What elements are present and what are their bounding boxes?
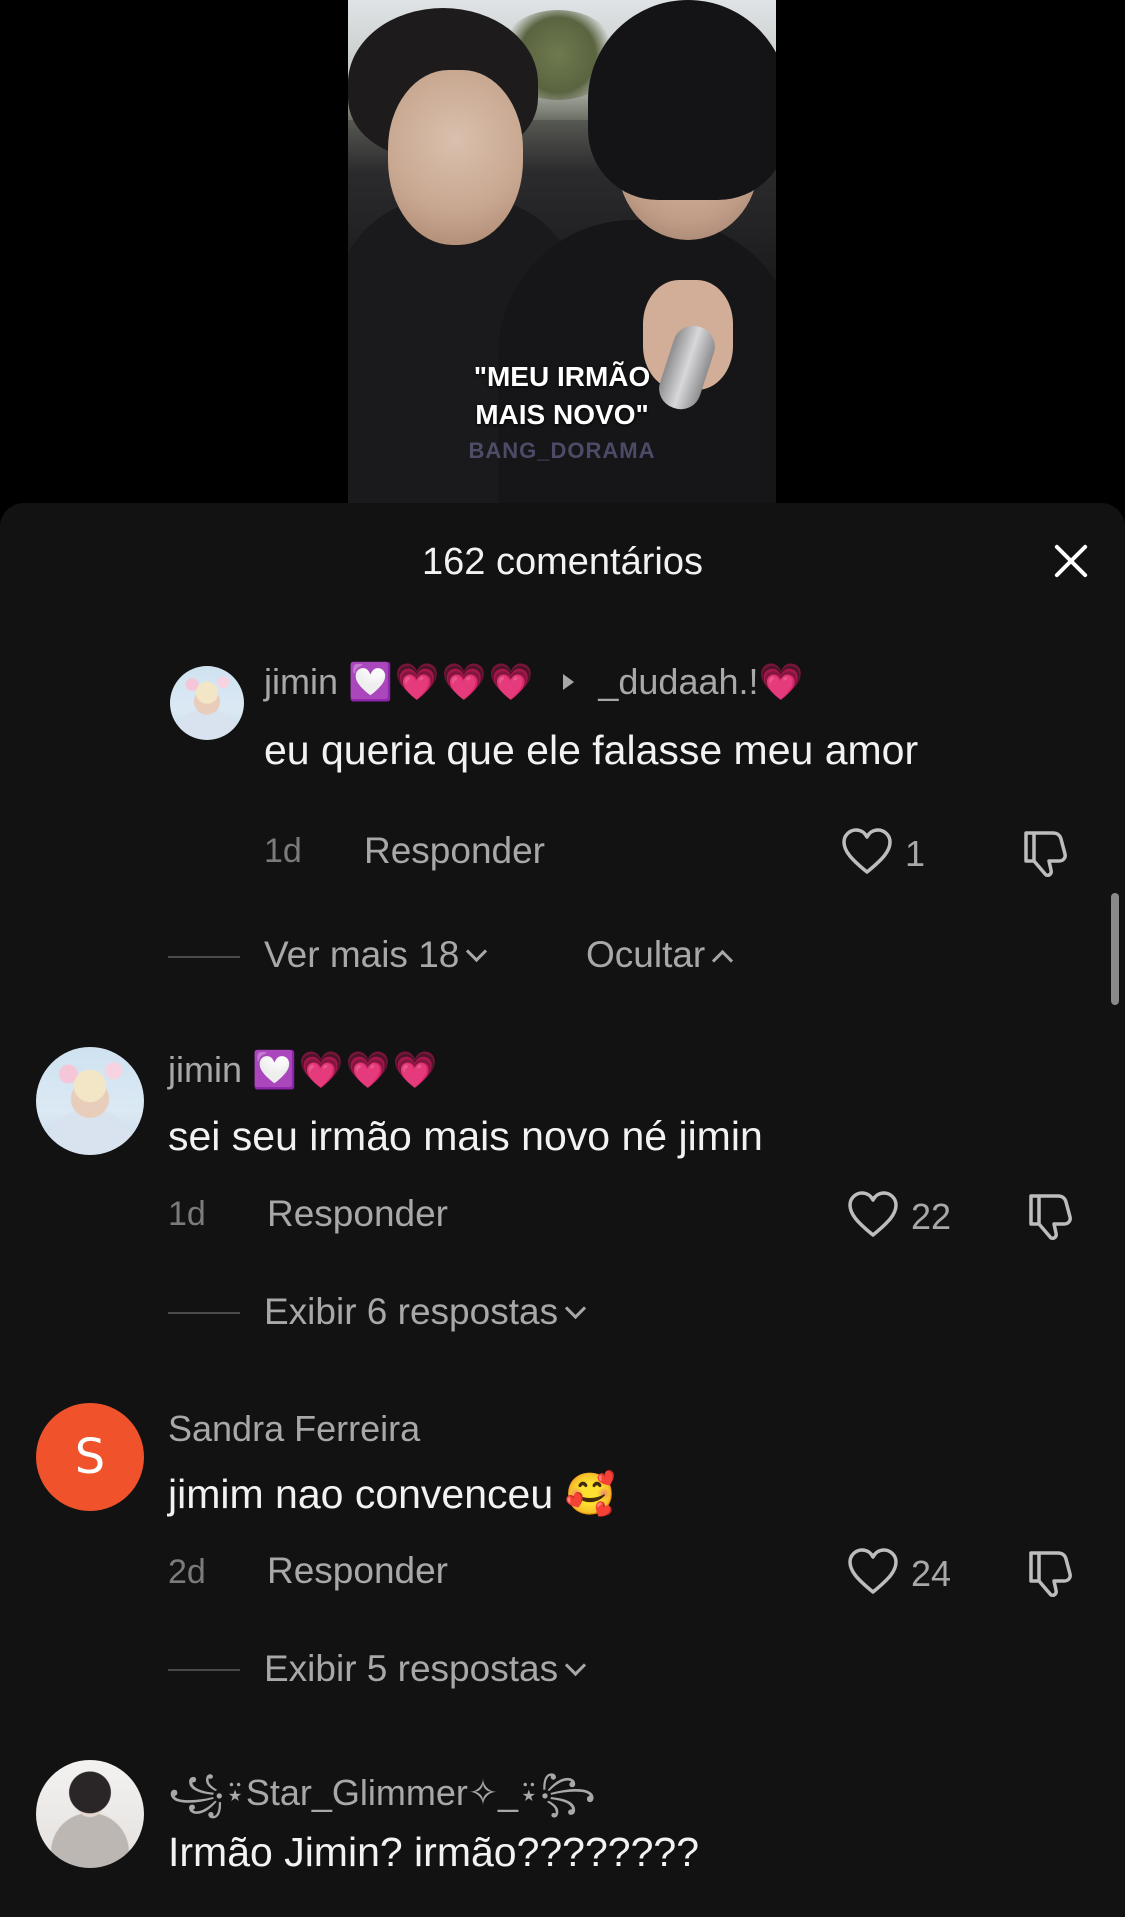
chevron-down-icon — [564, 1297, 587, 1320]
comment-text: sei seu irmão mais novo né jimin — [168, 1113, 763, 1159]
comment-time: 1d — [168, 1195, 206, 1233]
comment-username[interactable]: jimin 💟💗💗💗 — [168, 1049, 439, 1091]
avatar[interactable] — [36, 1047, 144, 1155]
reply-comment: jimin 💟💗💗💗 _dudaah.!💗 eu queria que ele … — [0, 661, 1125, 803]
view-more-replies-button[interactable]: Ver mais 18 — [264, 934, 488, 976]
avatar[interactable] — [36, 1760, 144, 1868]
scrollbar[interactable] — [1111, 893, 1119, 1005]
comment-text: Irmão Jimin? irmão???????? — [168, 1829, 699, 1875]
chevron-down-icon — [466, 940, 488, 963]
avatar[interactable] — [170, 666, 244, 740]
heart-icon — [848, 1548, 898, 1594]
chevron-down-icon — [564, 1654, 587, 1677]
hide-replies-button[interactable]: Ocultar — [586, 934, 734, 976]
thread-line — [168, 1312, 240, 1314]
comment-time: 2d — [168, 1553, 206, 1591]
username-text: jimin — [168, 1049, 243, 1090]
sheet-title: 162 comentários — [422, 541, 703, 583]
chevron-up-icon — [712, 949, 734, 972]
like-count: 24 — [911, 1553, 952, 1594]
username-emojis: 💟💗💗💗 — [252, 1049, 440, 1090]
reply-arrow-icon — [563, 674, 575, 690]
video-preview[interactable]: "MEU IRMÃO MAIS NOVO" BANG_DORAMA — [348, 0, 776, 505]
thread-line — [168, 956, 240, 958]
video-watermark: BANG_DORAMA — [468, 438, 656, 463]
reply-button[interactable]: Responder — [267, 1550, 448, 1592]
view-more-label: Ver mais 18 — [264, 934, 460, 975]
heart-icon — [842, 828, 892, 874]
reply-button[interactable]: Responder — [364, 830, 545, 872]
reply-button[interactable]: Responder — [267, 1193, 448, 1235]
reply-to-username: _dudaah.!💗 — [598, 661, 804, 702]
avatar-letter: S — [74, 1429, 106, 1485]
show-replies-button[interactable]: Exibir 5 respostas — [264, 1648, 587, 1690]
show-replies-button[interactable]: Exibir 6 respostas — [264, 1291, 587, 1333]
video-person-right-hat — [588, 0, 776, 200]
like-button[interactable]: 1 — [841, 827, 941, 877]
heart-icon — [848, 1191, 898, 1237]
thumbs-down-icon — [1029, 1194, 1072, 1240]
comment-username[interactable]: Sandra Ferreira — [168, 1408, 420, 1450]
username-emojis: 💟💗💗💗 — [348, 661, 536, 702]
comments-sheet: Responder 162 comentários jimin 💟💗💗💗 _du… — [0, 503, 1125, 1917]
like-button[interactable]: 24 — [847, 1547, 967, 1597]
dislike-button[interactable] — [1026, 1548, 1078, 1598]
video-person-left-face — [388, 70, 523, 245]
comment-username[interactable]: jimin 💟💗💗💗 _dudaah.!💗 — [264, 661, 803, 703]
sheet-header: 162 comentários — [0, 503, 1125, 623]
video-caption: "MEU IRMÃO MAIS NOVO" — [473, 361, 651, 430]
comment-username[interactable]: ꧁⍣Star_Glimmer✧_⍣꧂ — [168, 1765, 596, 1838]
show-replies-label: Exibir 6 respostas — [264, 1291, 559, 1332]
like-count: 1 — [905, 833, 926, 874]
hide-label: Ocultar — [586, 934, 706, 975]
comment-time: 1d — [264, 832, 302, 870]
username-text: jimin — [264, 661, 339, 702]
thumbs-down-icon — [1029, 1551, 1072, 1597]
thumbs-down-icon — [1024, 831, 1067, 877]
comment-text: jimim nao convenceu 🥰 — [168, 1471, 616, 1517]
avatar[interactable]: S — [36, 1403, 144, 1511]
dislike-button[interactable] — [1021, 828, 1073, 878]
like-count: 22 — [911, 1196, 952, 1237]
show-replies-label: Exibir 5 respostas — [264, 1648, 559, 1689]
dislike-button[interactable] — [1026, 1191, 1078, 1241]
comment-text: eu queria que ele falasse meu amor — [264, 727, 919, 773]
like-button[interactable]: 22 — [847, 1190, 967, 1240]
close-icon[interactable] — [1043, 533, 1099, 589]
screen: "MEU IRMÃO MAIS NOVO" BANG_DORAMA Respon… — [0, 0, 1125, 1917]
thread-line — [168, 1669, 240, 1671]
